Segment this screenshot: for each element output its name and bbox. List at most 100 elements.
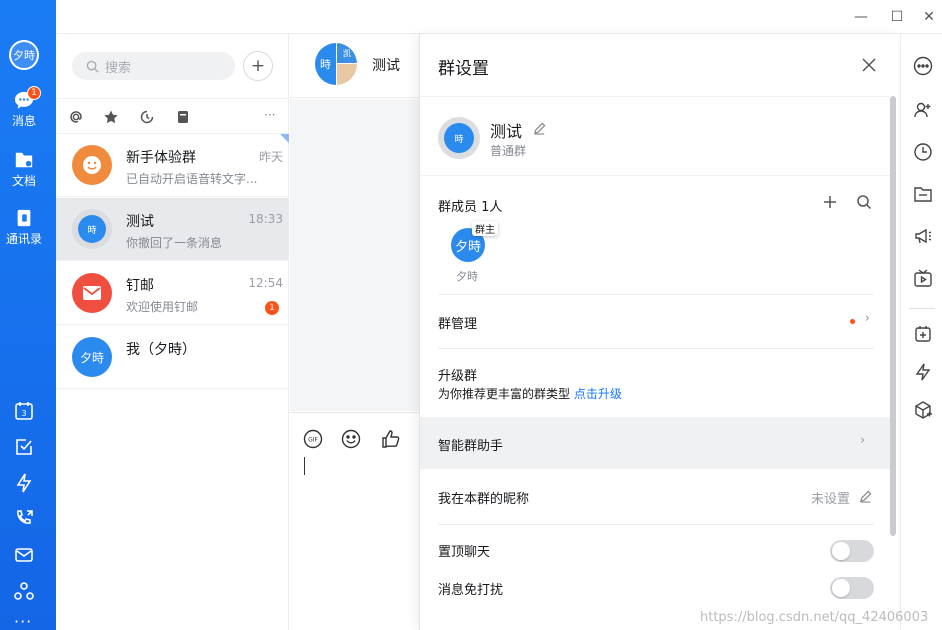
star-icon[interactable] [103, 109, 119, 125]
conversation-preview: 你撤回了一条消息 [126, 236, 223, 250]
conversation-list: 搜索 + ··· 新手体验群 已自动开启语音转文字... 昨天 時 测试 你撤回… [56, 34, 289, 630]
assistant-row[interactable]: 智能群助手 › [420, 417, 890, 469]
mute-label: 消息免打扰 [438, 583, 504, 598]
group-settings-panel: 群设置 時 测试 普通群 群成员 1人 夕時 群主 夕時 群管理 › 升级群 为… [419, 34, 899, 630]
chat-group-avatar[interactable]: 時 凯 [315, 43, 357, 85]
more-options-icon[interactable] [913, 56, 933, 76]
pin-chat-toggle[interactable] [830, 540, 874, 562]
unread-badge: 1 [265, 301, 279, 315]
chat-area: 時 凯 测试 GIF [290, 34, 420, 630]
live-tv-icon[interactable] [913, 268, 933, 288]
edit-icon[interactable] [859, 490, 872, 503]
toolbar-divider [909, 308, 935, 309]
nickname-row[interactable]: 我在本群的昵称 未设置 [438, 470, 874, 524]
close-window-button[interactable]: ✕ [918, 6, 940, 28]
group-avatar: 時 [72, 209, 112, 249]
pin-marker [280, 134, 289, 143]
scrollbar[interactable] [890, 96, 896, 536]
maximize-button[interactable]: ☐ [886, 6, 908, 28]
avatar-left: 時 [315, 43, 336, 85]
red-dot [850, 319, 855, 324]
group-type: 普通群 [490, 144, 527, 158]
group-avatar[interactable]: 時 [438, 117, 480, 159]
minimize-button[interactable]: — [850, 6, 872, 28]
assistant-label: 智能群助手 [438, 439, 504, 454]
owner-badge: 群主 [472, 221, 498, 236]
edit-icon[interactable] [533, 122, 546, 135]
phone-icon[interactable] [13, 508, 35, 530]
right-toolbar [900, 34, 942, 630]
upgrade-label: 升级群 [438, 369, 478, 384]
add-button[interactable]: + [243, 51, 273, 81]
emoji-icon[interactable] [341, 429, 361, 449]
unread-badge: 1 [27, 86, 41, 100]
upgrade-row: 升级群 为你推荐更丰富的群类型 点击升级 [438, 348, 874, 417]
left-nav: 夕時 消息 1 文档 通讯录 3 ··· [0, 0, 56, 630]
lightning-icon[interactable] [913, 362, 933, 382]
archive-icon[interactable] [175, 109, 191, 125]
conversation-item[interactable]: 新手体验群 已自动开启语音转文字... 昨天 [56, 134, 289, 197]
gif-icon[interactable]: GIF [303, 429, 323, 449]
nav-item-messages[interactable]: 消息 [0, 90, 48, 129]
recent-icon[interactable] [139, 109, 155, 125]
photo-avatar [337, 64, 357, 85]
nav-label-contacts: 通讯录 [5, 232, 42, 246]
add-member-icon[interactable] [822, 194, 838, 210]
search-icon [86, 60, 99, 73]
thumbs-up-icon[interactable] [381, 429, 401, 449]
conversation-name: 我（夕時） [126, 342, 196, 358]
group-name: 测试 [490, 122, 523, 141]
user-avatar: 夕時 [72, 337, 112, 377]
conversation-time: 18:33 [248, 212, 283, 226]
add-member-icon[interactable] [913, 100, 933, 120]
group-manage-label: 群管理 [438, 317, 478, 332]
nav-item-docs[interactable]: 文档 [0, 150, 48, 189]
gif-text: GIF [308, 437, 318, 444]
member-name: 夕時 [456, 270, 478, 283]
folder-icon[interactable] [913, 184, 933, 204]
avatar-right: 凯 [337, 43, 357, 63]
lightning-icon[interactable] [13, 472, 35, 494]
conversation-item[interactable]: 钉邮 欢迎使用钉邮 12:54 1 [56, 262, 289, 325]
upgrade-desc-text: 为你推荐更丰富的群类型 [438, 387, 571, 401]
nav-item-contacts[interactable]: 通讯录 [0, 208, 48, 247]
conversation-name: 新手体验群 [126, 150, 196, 166]
conversation-item[interactable]: 夕時 我（夕時） [56, 326, 289, 389]
conversation-time: 12:54 [248, 276, 283, 290]
todo-icon[interactable] [13, 436, 35, 458]
members-label: 群成员 1人 [438, 200, 503, 215]
user-avatar[interactable]: 夕時 [9, 40, 39, 70]
mail-icon[interactable] [13, 544, 35, 566]
watermark: https://blog.csdn.net/qq_42406003 [700, 610, 929, 625]
group-manage-row[interactable]: 群管理 › [438, 294, 874, 348]
upgrade-link[interactable]: 点击升级 [574, 387, 622, 401]
pin-chat-label: 置顶聊天 [438, 545, 491, 560]
at-icon[interactable] [68, 109, 84, 125]
conversation-preview: 欢迎使用钉邮 [126, 300, 199, 314]
calendar-icon[interactable]: 3 [13, 400, 35, 422]
upgrade-desc: 为你推荐更丰富的群类型 点击升级 [438, 385, 622, 402]
chevron-right-icon: › [860, 433, 866, 448]
group-avatar [72, 145, 112, 185]
announcement-icon[interactable] [913, 226, 933, 246]
conversation-name: 测试 [126, 214, 154, 230]
filter-more-icon[interactable]: ··· [264, 108, 275, 122]
conversation-name: 钉邮 [126, 278, 154, 294]
docs-icon [15, 152, 33, 168]
history-icon[interactable] [913, 142, 933, 162]
group-info: 時 测试 普通群 [420, 96, 890, 176]
more-icon[interactable]: ··· [14, 612, 32, 630]
search-member-icon[interactable] [856, 194, 872, 210]
close-icon[interactable] [860, 56, 878, 74]
package-add-icon[interactable] [913, 400, 933, 420]
mute-toggle[interactable] [830, 577, 874, 599]
conversation-item-active[interactable]: 時 测试 你撤回了一条消息 18:33 [56, 198, 289, 261]
workspace-icon[interactable] [13, 580, 35, 602]
text-cursor [304, 457, 305, 475]
search-placeholder: 搜索 [105, 60, 132, 76]
group-avatar-inner: 時 [444, 123, 474, 153]
add-app-icon[interactable] [913, 324, 933, 344]
title-bar: — ☐ ✕ [56, 0, 942, 34]
avatar-inner: 時 [78, 215, 106, 243]
search-input[interactable]: 搜索 [72, 52, 235, 80]
